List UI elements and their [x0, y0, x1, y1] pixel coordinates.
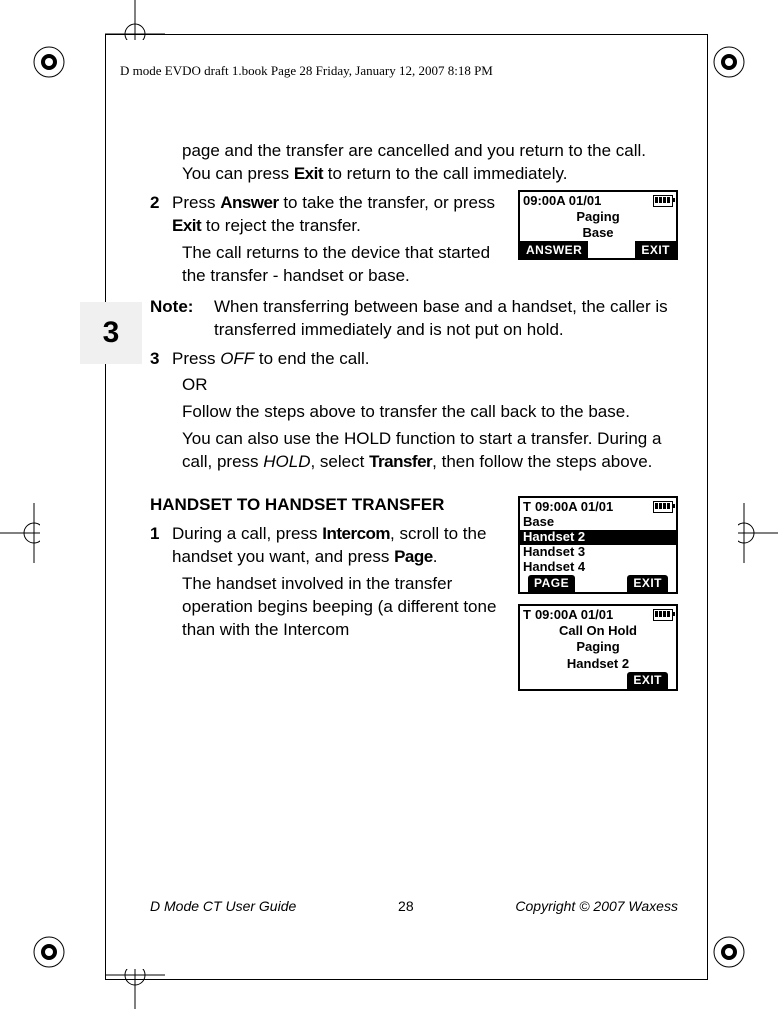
softkey-exit: EXIT	[635, 241, 676, 258]
list-item: Base	[520, 515, 676, 530]
battery-icon	[653, 195, 673, 207]
registration-mark-icon	[712, 45, 746, 79]
phone-screen-paging: 09:00A 01/01 Paging Base ANSWER EXIT	[518, 190, 678, 261]
text: , then follow the steps above.	[432, 452, 652, 471]
step-number: 1	[150, 523, 172, 642]
crosshair-icon	[105, 0, 165, 45]
text: During a call, press	[172, 524, 322, 543]
step-2: 2 Press Answer to take the transfer, or …	[150, 192, 504, 288]
menu-transfer-word: Transfer	[369, 452, 432, 471]
lcd-time: 09:00A 01/01	[535, 606, 613, 624]
softkey-exit: EXIT	[627, 575, 668, 592]
crosshair-icon	[105, 969, 165, 1014]
phone-screen-handset-list: T 09:00A 01/01 Base Handset 2 Handset 3 …	[518, 496, 678, 594]
lcd-line: Paging	[520, 639, 676, 655]
text: , select	[310, 452, 369, 471]
lcd-time: 09:00A 01/01	[523, 192, 601, 210]
page-number: 28	[398, 898, 414, 914]
step-number: 3	[150, 348, 172, 475]
softkey-exit: EXIT	[627, 672, 668, 689]
registration-mark-icon	[32, 935, 66, 969]
step-detail: Follow the steps above to transfer the c…	[182, 401, 678, 424]
step-number: 2	[150, 192, 172, 288]
section-heading: HANDSET TO HANDSET TRANSFER	[150, 494, 504, 517]
lcd-line: Base	[520, 225, 676, 241]
text: to reject the transfer.	[201, 216, 361, 235]
crosshair-icon	[738, 503, 778, 568]
softkey-page-word: Page	[394, 547, 433, 566]
step-detail: The handset involved in the transfer ope…	[182, 573, 504, 642]
list-item: Handset 4	[520, 560, 676, 575]
or-label: OR	[182, 374, 678, 397]
key-intercom-word: Intercom	[322, 524, 390, 543]
page-footer: D Mode CT User Guide 28 Copyright © 2007…	[150, 898, 678, 914]
step-detail: The call returns to the device that star…	[182, 242, 504, 288]
softkey-answer-word: Answer	[220, 193, 278, 212]
footer-right: Copyright © 2007 Waxess	[515, 898, 678, 914]
text: to take the transfer, or press	[279, 193, 495, 212]
softkey-page: PAGE	[528, 575, 575, 592]
running-header: D mode EVDO draft 1.book Page 28 Friday,…	[120, 63, 493, 79]
registration-mark-icon	[32, 45, 66, 79]
lcd-line: Call On Hold	[520, 623, 676, 639]
chapter-number: 3	[80, 302, 142, 364]
lcd-line: Paging	[520, 209, 676, 225]
battery-icon	[653, 501, 673, 513]
text: .	[433, 547, 438, 566]
step-1-h2h: 1 During a call, press Intercom, scroll …	[150, 523, 504, 642]
text: Press	[172, 193, 220, 212]
step-3: 3 Press OFF to end the call. OR Follow t…	[150, 348, 678, 475]
list-item: Handset 3	[520, 545, 676, 560]
key-hold-word: HOLD	[263, 452, 310, 471]
softkey-exit-word: Exit	[172, 216, 201, 235]
note-label: Note:	[150, 296, 210, 342]
footer-left: D Mode CT User Guide	[150, 898, 296, 914]
list-item-selected: Handset 2	[520, 530, 676, 545]
text: Press	[172, 349, 220, 368]
continuation-paragraph: page and the transfer are cancelled and …	[182, 140, 678, 186]
crosshair-icon	[0, 503, 40, 568]
softkey-answer: ANSWER	[520, 241, 588, 258]
key-off-word: OFF	[220, 349, 254, 368]
step-detail: You can also use the HOLD function to st…	[182, 428, 678, 474]
text: to return to the call immediately.	[323, 164, 567, 183]
registration-mark-icon	[712, 935, 746, 969]
text: to end the call.	[254, 349, 369, 368]
battery-icon	[653, 609, 673, 621]
note-text: When transferring between base and a han…	[210, 296, 678, 342]
lcd-prefix: T	[523, 606, 531, 624]
softkey-exit-word: Exit	[294, 164, 323, 183]
lcd-line: Handset 2	[520, 656, 676, 672]
note: Note: When transferring between base and…	[150, 296, 678, 342]
phone-screen-on-hold: T 09:00A 01/01 Call On Hold Paging Hands…	[518, 604, 678, 691]
